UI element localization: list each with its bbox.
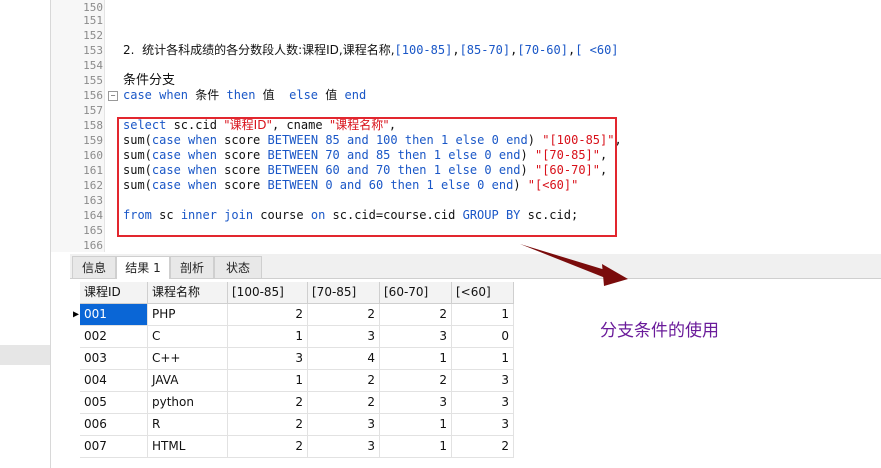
annotation-arrow-icon bbox=[520, 244, 628, 286]
annotation-caption: 分支条件的使用 bbox=[600, 321, 719, 341]
